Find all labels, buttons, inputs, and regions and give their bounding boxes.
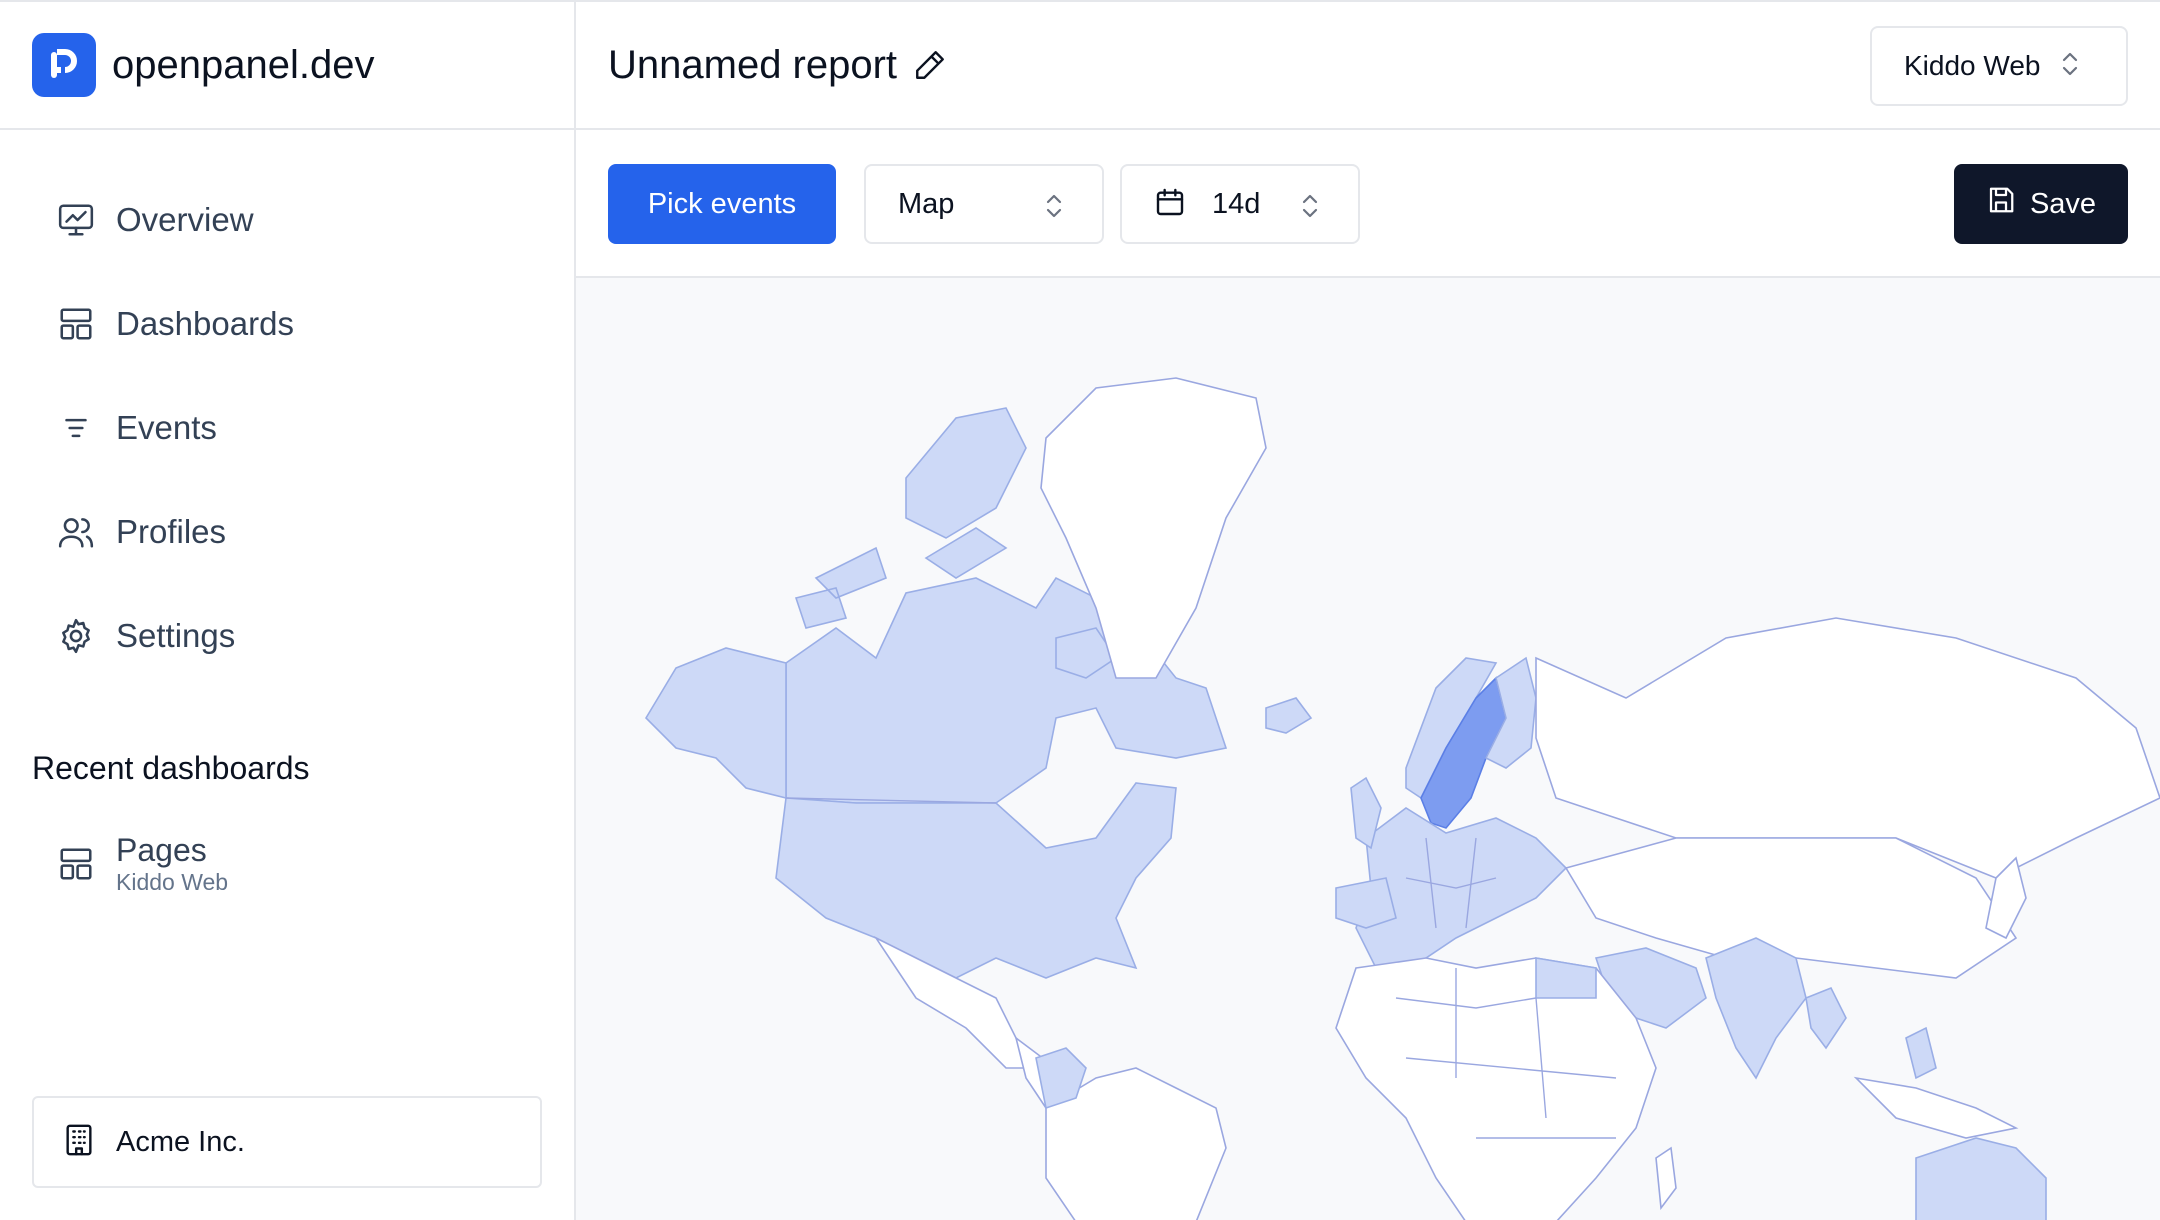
app-window: openpanel.dev Overview Dashboards Events…: [0, 0, 2160, 1220]
map-country-usa: [775, 782, 1177, 979]
sidebar-item-dashboards[interactable]: Dashboards: [0, 272, 574, 376]
pick-events-button[interactable]: Pick events: [608, 164, 836, 244]
save-icon: [1986, 185, 2016, 223]
map-country-spain: [1335, 877, 1397, 929]
save-button-label: Save: [2029, 187, 2097, 220]
chevron-up-down-icon: [2058, 50, 2082, 83]
world-map[interactable]: [576, 278, 2160, 1220]
map-country-india: [1705, 937, 1807, 1080]
map-region-africa: [1335, 957, 1657, 1220]
map-region-southeast-asia: [1853, 1076, 2019, 1139]
date-range-select[interactable]: 14d: [1120, 164, 1360, 244]
sidebar-item-label: Events: [116, 409, 217, 446]
chevron-up-down-icon: [1298, 192, 1322, 225]
layout-grid-icon: [56, 844, 96, 884]
date-range-value: 14d: [1212, 187, 1261, 220]
sidebar-item-label: Overview: [116, 201, 254, 238]
sidebar: openpanel.dev Overview Dashboards Events…: [0, 2, 576, 1220]
openpanel-logo-icon: [32, 33, 96, 97]
sidebar-item-events[interactable]: Events: [0, 376, 574, 480]
sidebar-item-label: Settings: [116, 617, 236, 654]
recent-dashboard-item[interactable]: Pages Kiddo Web: [56, 832, 228, 896]
calendar-icon: [1154, 186, 1186, 223]
list-filter-icon: [56, 408, 96, 448]
pencil-icon[interactable]: [913, 45, 953, 85]
report-header: Unnamed report Kiddo Web: [576, 2, 2160, 130]
sidebar-item-label: Profiles: [116, 513, 227, 550]
brand-name: openpanel.dev: [112, 42, 375, 87]
map-country-philippines: [1905, 1026, 1937, 1080]
project-select-value: Kiddo Web: [1904, 50, 2041, 81]
sidebar-item-settings[interactable]: Settings: [0, 584, 574, 688]
building-icon: [62, 1123, 96, 1162]
map-country-thailand: [1805, 986, 1847, 1050]
map-country-egypt: [1535, 957, 1597, 999]
brand[interactable]: openpanel.dev: [0, 2, 574, 130]
recent-dashboards-title: Recent dashboards: [32, 750, 310, 786]
chart-type-value: Map: [898, 187, 955, 220]
recent-dashboard-subtitle: Kiddo Web: [116, 869, 229, 895]
chart-type-select[interactable]: Map: [864, 164, 1104, 244]
layout-grid-icon: [56, 304, 96, 344]
report-title[interactable]: Unnamed report: [608, 43, 897, 88]
sidebar-item-label: Dashboards: [116, 305, 294, 342]
sidebar-item-overview[interactable]: Overview: [0, 168, 574, 272]
save-button[interactable]: Save: [1954, 164, 2128, 244]
users-icon: [56, 512, 96, 552]
sidebar-nav: Overview Dashboards Events Profiles Sett…: [0, 130, 574, 688]
map-country-madagascar: [1655, 1146, 1677, 1211]
gear-icon: [56, 616, 96, 656]
recent-dashboard-title: Pages: [116, 832, 207, 868]
map-country-alaska: [644, 647, 787, 800]
chevron-up-down-icon: [1042, 192, 1066, 225]
map-country-iceland: [1265, 697, 1313, 734]
monitor-chart-icon: [56, 200, 96, 240]
sidebar-item-profiles[interactable]: Profiles: [0, 480, 574, 584]
project-select[interactable]: Kiddo Web: [1870, 26, 2128, 106]
map-country-australia: [1915, 1137, 2047, 1220]
organization-switcher[interactable]: Acme Inc.: [32, 1096, 542, 1188]
report-toolbar: Pick events Map 14d Save: [576, 130, 2160, 278]
world-map-svg: [644, 377, 2160, 1220]
organization-name: Acme Inc.: [116, 1125, 245, 1158]
